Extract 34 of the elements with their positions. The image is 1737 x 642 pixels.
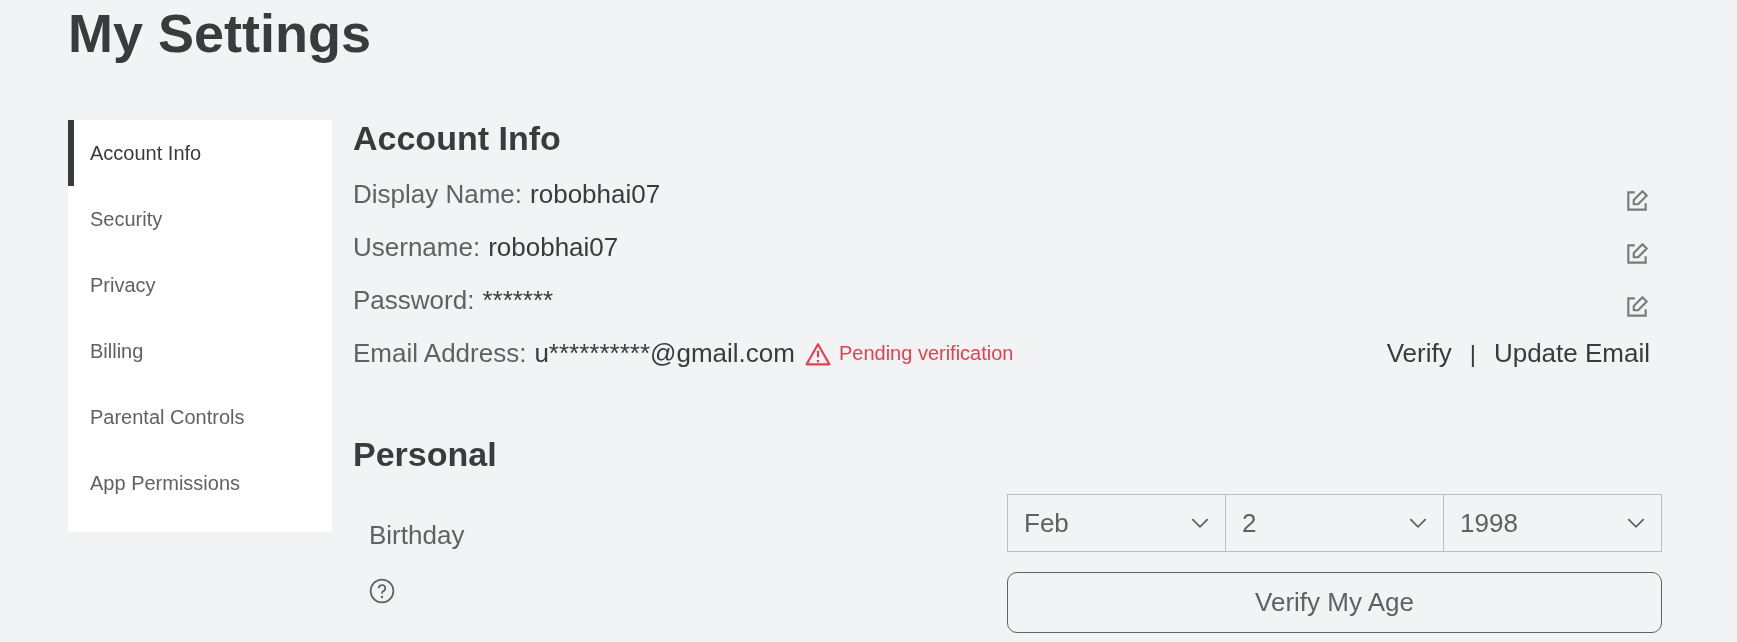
sidebar-item[interactable]: App Permissions xyxy=(68,450,332,516)
field-label: Username: xyxy=(353,232,481,263)
section-heading: Account Info xyxy=(353,118,562,159)
email-link[interactable]: Update Email xyxy=(1493,338,1650,369)
field-value: u**********@gmail.com xyxy=(534,338,795,369)
dropdown[interactable]: 1998 xyxy=(1443,494,1662,552)
sidebar-item[interactable]: Security xyxy=(68,186,332,252)
edit-icon[interactable] xyxy=(1624,240,1650,267)
edit-icon[interactable] xyxy=(1624,293,1650,320)
field-value: ******* xyxy=(482,285,554,316)
field-label: Email Address: xyxy=(353,338,527,369)
help-icon[interactable] xyxy=(369,578,395,604)
section-heading: Personal xyxy=(353,434,498,475)
status-text: Pending verification xyxy=(838,342,1014,365)
dropdown[interactable]: 2 xyxy=(1225,494,1444,552)
chevron-down-icon xyxy=(1409,517,1427,529)
field-label: Password: xyxy=(353,285,475,316)
field-value: robobhai07 xyxy=(530,179,661,210)
email-link[interactable]: Verify xyxy=(1386,338,1452,369)
link-separator: | xyxy=(1469,339,1476,368)
sidebar-item[interactable]: Account Info xyxy=(68,120,332,186)
sidebar-item[interactable]: Parental Controls xyxy=(68,384,332,450)
field-value: robobhai07 xyxy=(488,232,619,263)
chevron-down-icon xyxy=(1191,517,1209,529)
sidebar-item[interactable]: Privacy xyxy=(68,252,332,318)
chevron-down-icon xyxy=(1627,517,1645,529)
sidebar-item[interactable]: Billing xyxy=(68,318,332,384)
page-title: My Settings xyxy=(68,2,373,64)
edit-icon[interactable] xyxy=(1624,187,1650,214)
field-label: Birthday xyxy=(369,519,466,552)
field-label: Display Name: xyxy=(353,179,523,210)
dropdown[interactable]: Feb xyxy=(1007,494,1226,552)
verify-age-button[interactable]: Verify My Age xyxy=(1007,572,1662,633)
warning-icon xyxy=(804,341,831,366)
